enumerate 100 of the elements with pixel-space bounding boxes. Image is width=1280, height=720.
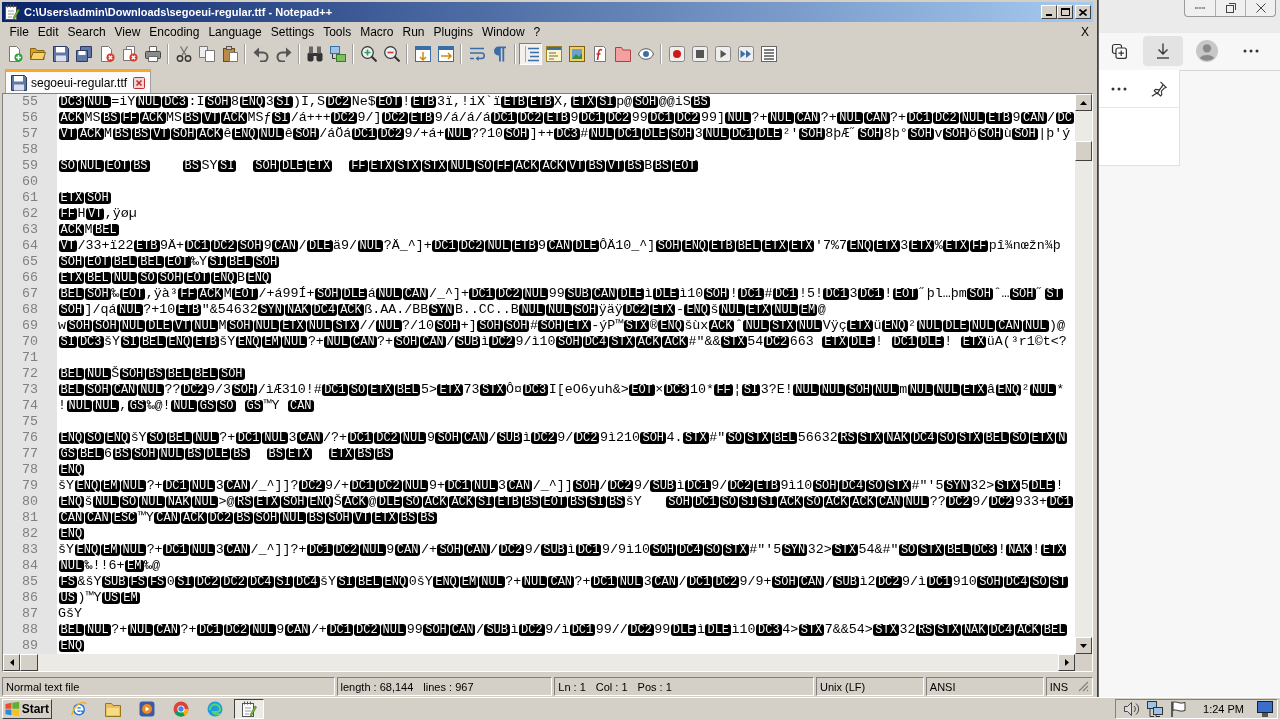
code-text: ˆ… <box>993 286 1010 301</box>
control-char-badge: EOT <box>541 496 568 508</box>
code-text: / <box>475 622 484 637</box>
control-char-badge: NUL <box>120 544 147 556</box>
control-char-badge: EOT <box>232 288 258 300</box>
binoculars-icon <box>306 45 323 62</box>
control-char-badge: DC1 <box>322 384 348 396</box>
maximize-button[interactable] <box>1057 5 1073 19</box>
code-text: 9 <box>263 238 272 253</box>
clock[interactable]: 1:24 PM <box>1203 703 1244 715</box>
menu-item[interactable]: View <box>110 24 145 39</box>
control-char-badge: CAN <box>154 512 180 524</box>
line-number: 60 <box>3 174 57 190</box>
control-char-badge: BS <box>266 448 285 460</box>
control-char-badge: ENQ <box>74 544 101 556</box>
show-desktop-icon[interactable] <box>1257 701 1273 717</box>
control-char-badge: CAN <box>111 384 138 396</box>
taskbar-button[interactable] <box>234 699 264 719</box>
control-char-badge: ACK <box>338 304 364 316</box>
scrollbar-thumb[interactable] <box>1075 141 1092 161</box>
control-char-badge: BS <box>691 96 710 108</box>
vertical-scrollbar[interactable] <box>1075 94 1092 654</box>
horizontal-scrollbar[interactable] <box>3 654 1075 671</box>
control-char-badge: BS <box>182 112 201 124</box>
code-text: ! <box>997 542 1006 557</box>
code-text: / <box>490 542 499 557</box>
control-char-badge: ENQ <box>682 240 709 252</box>
control-char-badge: DC3 <box>554 128 580 140</box>
control-char-badge: EOT <box>164 256 191 268</box>
line-number: 70 <box>3 334 57 350</box>
control-char-badge: SOH <box>967 288 993 300</box>
code-text: ! <box>875 334 884 349</box>
control-char-badge: ENQ <box>239 96 266 108</box>
code-text: H <box>77 206 86 221</box>
play-circle-icon <box>139 701 155 717</box>
control-char-badge: DC <box>1055 112 1074 124</box>
speaker-icon[interactable] <box>1124 701 1141 717</box>
start-button[interactable]: Start <box>2 699 52 719</box>
code-text: ‰!!6+ <box>84 558 125 573</box>
menu-item[interactable]: Encoding <box>144 24 204 39</box>
control-char-badge: BEL <box>192 368 218 380</box>
menu-item[interactable]: ? <box>529 24 545 39</box>
code-text: ?+ <box>219 430 236 445</box>
minimize-button[interactable] <box>1041 5 1057 19</box>
control-char-badge: DLE <box>705 624 732 636</box>
menu-item[interactable]: Plugins <box>429 24 478 39</box>
control-char-badge: ETX <box>822 336 848 348</box>
resize-grip-icon[interactable] <box>1078 681 1089 692</box>
close-document-button[interactable]: X <box>1081 24 1089 39</box>
control-char-badge: DC1 <box>772 288 799 300</box>
code-text: â <box>987 382 995 397</box>
close-icon[interactable] <box>133 76 146 89</box>
menu-item[interactable]: File <box>5 24 34 39</box>
pin-icon[interactable] <box>1151 80 1167 97</box>
menu-item[interactable]: Macro <box>355 24 398 39</box>
control-char-badge: DC1 <box>569 624 596 636</box>
control-char-badge: ACK <box>662 336 689 348</box>
control-char-badge: DC2 <box>713 576 740 588</box>
menu-item[interactable]: Search <box>63 24 111 39</box>
code-text: ! <box>58 398 66 413</box>
menu-item[interactable]: Window <box>477 24 530 39</box>
control-char-badge: ACK <box>1015 624 1041 636</box>
control-char-badge: STX <box>798 624 825 636</box>
line-number: 84 <box>3 558 57 574</box>
control-char-badge: STX <box>683 432 709 444</box>
line-number: 58 <box>3 142 57 158</box>
code-text: × <box>655 382 664 397</box>
control-char-badge: NUL <box>360 544 386 556</box>
menu-item[interactable]: Settings <box>266 24 319 39</box>
menu-item[interactable]: Language <box>203 24 267 39</box>
scroll-up-button[interactable] <box>1075 94 1092 111</box>
scroll-down-button[interactable] <box>1075 637 1092 654</box>
code-text: ˝ <box>1036 286 1045 301</box>
code-text: 9/+ <box>325 478 350 493</box>
menu-item[interactable]: Tools <box>318 24 356 39</box>
code-text: 99 <box>654 622 671 637</box>
flag-icon[interactable] <box>1170 701 1187 717</box>
control-char-badge: SOH <box>314 288 341 300</box>
code-text: ?/10 <box>402 318 435 333</box>
control-char-badge: CAN <box>876 496 903 508</box>
control-char-badge: DC4 <box>910 432 937 444</box>
control-char-badge: DLE <box>618 288 645 300</box>
control-char-badge: SI <box>597 96 616 108</box>
file-tab[interactable]: segoeui-regular.ttf <box>5 69 152 93</box>
control-char-badge: ETX <box>960 384 987 396</box>
menu-item[interactable]: Edit <box>33 24 64 39</box>
code-text: ì10 <box>731 622 756 637</box>
menu-item[interactable]: Run <box>398 24 430 39</box>
network-icon[interactable] <box>1147 701 1164 717</box>
control-char-badge: DLE <box>848 336 875 348</box>
control-char-badge: NAK <box>884 432 910 444</box>
scroll-left-button[interactable] <box>3 654 20 671</box>
scrollbar-thumb[interactable] <box>20 654 38 671</box>
control-char-badge: BS <box>606 496 626 508</box>
scroll-right-button[interactable] <box>1058 654 1075 671</box>
record-icon <box>668 45 685 62</box>
control-char-badge: DLE <box>279 160 306 172</box>
code-text: 4> <box>782 622 799 637</box>
control-char-badge: SUB <box>833 576 859 588</box>
code-text: 9/ì <box>545 622 570 637</box>
